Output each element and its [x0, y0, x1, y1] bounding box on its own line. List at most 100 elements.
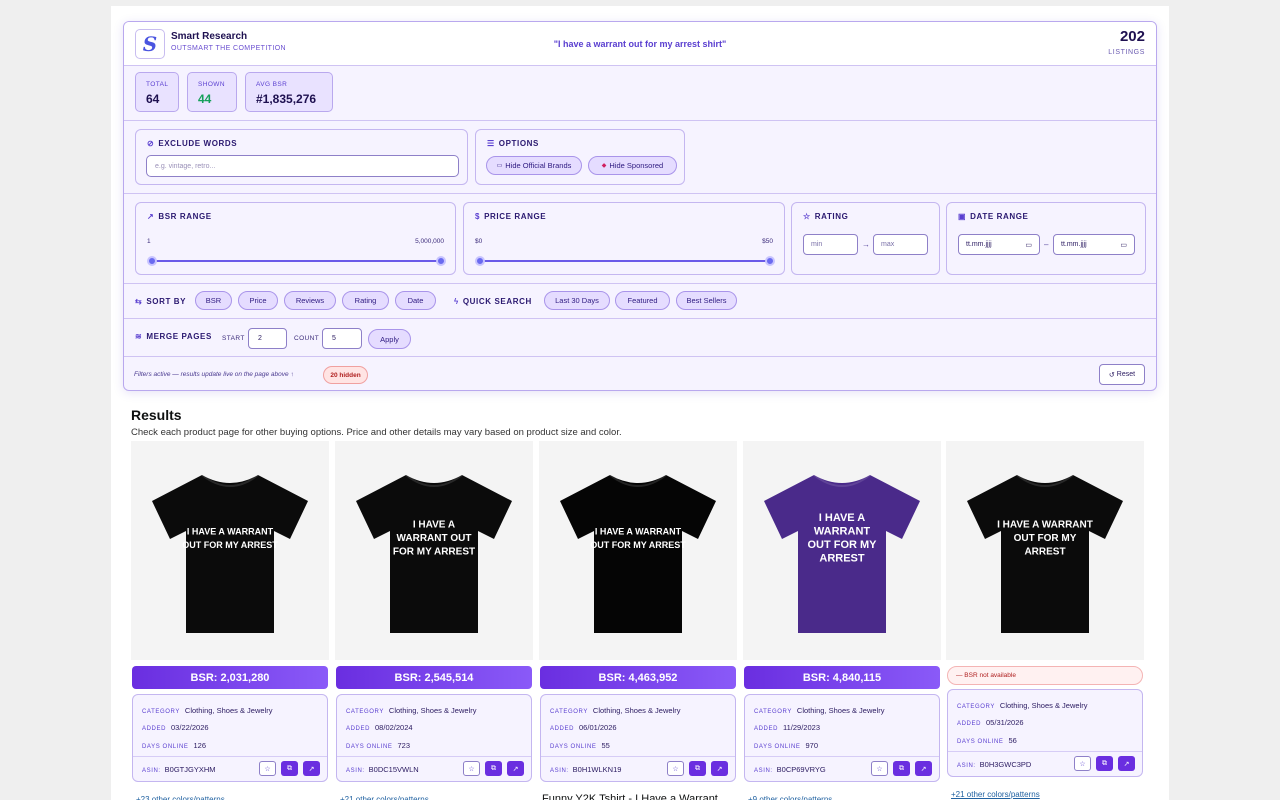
- other-colors-link[interactable]: +21 other colors/patterns: [340, 795, 429, 800]
- layers-icon: ≋: [135, 332, 143, 341]
- hide-sponsored-toggle[interactable]: ◆ Hide Sponsored: [588, 156, 677, 175]
- external-link-icon[interactable]: ↗: [711, 761, 728, 776]
- asin-value[interactable]: B0GTJGYXHM: [165, 765, 216, 774]
- hide-official-brands-toggle[interactable]: ▭ Hide Official Brands: [486, 156, 582, 175]
- stat-value: 44: [198, 92, 212, 106]
- favorite-star-icon[interactable]: ☆: [463, 761, 480, 776]
- product-card[interactable]: I HAVE A WARRANT OUT FOR MY ARREST BSR: 2,5…: [335, 441, 533, 800]
- info-key: ADDED: [346, 726, 371, 732]
- hide-sponsored-label: Hide Sponsored: [609, 161, 664, 170]
- price-slider-track[interactable]: [480, 260, 771, 262]
- added-value: 08/02/2024: [375, 723, 413, 732]
- info-key: ADDED: [550, 726, 575, 732]
- product-image[interactable]: I HAVE A WARRANT OUT FOR MY ARREST: [335, 441, 533, 660]
- asin-value[interactable]: B0H1WLKN19: [573, 765, 622, 774]
- results-subtitle: Check each product page for other buying…: [131, 427, 622, 438]
- sort-row: ⇆ SORT BY BSR Price Reviews Rating Date ϟ…: [124, 284, 1156, 319]
- calendar-icon: ▣: [958, 212, 967, 221]
- product-card[interactable]: I HAVE A WARRANT OUT FOR MY ARREST BSR: 4,…: [539, 441, 737, 800]
- product-card[interactable]: I HAVE A WARRANT OUT FOR MY ARREST BSR: 2,…: [131, 441, 329, 800]
- favorite-star-icon[interactable]: ☆: [259, 761, 276, 776]
- sort-rating-button[interactable]: Rating: [342, 291, 389, 310]
- product-image[interactable]: I HAVE A WARRANT OUT FOR MY ARREST: [539, 441, 737, 660]
- product-card[interactable]: I HAVE A WARRANT OUT FOR MY ARREST BSR: 4,84…: [743, 441, 941, 800]
- bsr-slider-track[interactable]: [152, 260, 442, 262]
- stat-total: TOTAL 64: [135, 72, 179, 112]
- info-key: DAYS ONLINE: [754, 744, 801, 750]
- copy-icon[interactable]: ⧉: [689, 761, 706, 776]
- info-key: DAYS ONLINE: [142, 744, 189, 750]
- shirt-print-line: FOR MY ARREST: [393, 546, 475, 557]
- exclude-words-input[interactable]: e.g. vintage, retro...: [146, 155, 459, 177]
- shirt-print-line: WARRANT OUT: [397, 533, 472, 544]
- date-to-input[interactable]: tt.mm.jjjj ▭: [1053, 234, 1135, 255]
- sort-reviews-button[interactable]: Reviews: [284, 291, 336, 310]
- product-image[interactable]: I HAVE A WARRANT OUT FOR MY ARREST: [946, 441, 1144, 660]
- price-slider-min-handle[interactable]: [475, 256, 485, 266]
- product-image[interactable]: I HAVE A WARRANT OUT FOR MY ARREST: [743, 441, 941, 660]
- external-link-icon[interactable]: ↗: [507, 761, 524, 776]
- rating-title: ☆ RATING: [803, 212, 848, 221]
- tshirt-shape: [152, 474, 308, 633]
- info-days-online: DAYS ONLINE 56: [957, 736, 1017, 745]
- panel-footer: Filters active — results update live on …: [124, 357, 1156, 390]
- external-link-icon[interactable]: ↗: [915, 761, 932, 776]
- copy-icon[interactable]: ⧉: [1096, 756, 1113, 771]
- bsr-slider-min-handle[interactable]: [147, 256, 157, 266]
- days-online-value: 55: [601, 741, 610, 750]
- shirt-print-line: I HAVE A WARRANT: [187, 526, 274, 536]
- asin-value[interactable]: B0CP69VRYG: [777, 765, 826, 774]
- copy-icon[interactable]: ⧉: [485, 761, 502, 776]
- tshirt-image: I HAVE A WARRANT OUT FOR MY ARREST: [967, 473, 1123, 633]
- favorite-star-icon[interactable]: ☆: [667, 761, 684, 776]
- copy-icon[interactable]: ⧉: [281, 761, 298, 776]
- merge-start-input[interactable]: 2: [248, 328, 287, 349]
- hide-official-label: Hide Official Brands: [505, 161, 572, 170]
- sort-date-button[interactable]: Date: [395, 291, 436, 310]
- other-colors-link[interactable]: +23 other colors/patterns: [136, 795, 225, 800]
- info-category: CATEGORY Clothing, Shoes & Jewelry: [142, 706, 272, 715]
- quick-best-sellers-button[interactable]: Best Sellers: [676, 291, 737, 310]
- reset-button[interactable]: ↺ Reset: [1099, 364, 1145, 385]
- asin-value[interactable]: B0DC15VWLN: [369, 765, 419, 774]
- external-link-icon[interactable]: ↗: [1118, 756, 1135, 771]
- smart-research-panel: S Smart Research OUTSMART THE COMPETITIO…: [123, 21, 1157, 391]
- external-link-icon[interactable]: ↗: [303, 761, 320, 776]
- calendar-icon[interactable]: ▭: [1025, 241, 1032, 249]
- calendar-icon[interactable]: ▭: [1120, 241, 1127, 249]
- rating-box: ☆ RATING min → max: [791, 202, 940, 275]
- product-image[interactable]: I HAVE A WARRANT OUT FOR MY ARREST: [131, 441, 329, 660]
- quick-last-30-days-button[interactable]: Last 30 Days: [544, 291, 610, 310]
- asin-value[interactable]: B0H3GWC3PD: [980, 760, 1032, 769]
- info-key: DAYS ONLINE: [550, 744, 597, 750]
- price-slider-max-handle[interactable]: [765, 256, 775, 266]
- rating-max-input[interactable]: max: [873, 234, 928, 255]
- info-category: CATEGORY Clothing, Shoes & Jewelry: [346, 706, 476, 715]
- merge-count-input[interactable]: 5: [322, 328, 362, 349]
- favorite-star-icon[interactable]: ☆: [1074, 756, 1091, 771]
- sort-price-button[interactable]: Price: [238, 291, 278, 310]
- rating-min-input[interactable]: min: [803, 234, 858, 255]
- bsr-slider-max-handle[interactable]: [436, 256, 446, 266]
- shirt-print-line: I HAVE A: [413, 519, 455, 530]
- quick-featured-button[interactable]: Featured: [615, 291, 670, 310]
- other-colors-link[interactable]: +9 other colors/patterns: [748, 795, 832, 800]
- other-colors-link[interactable]: +21 other colors/patterns: [951, 790, 1040, 799]
- info-key: CATEGORY: [754, 709, 792, 715]
- asin-row: ASIN: B0H1WLKN19: [550, 765, 621, 774]
- copy-icon[interactable]: ⧉: [893, 761, 910, 776]
- merge-pages-label: ≋ MERGE PAGES: [135, 332, 212, 341]
- date-from-input[interactable]: tt.mm.jjjj ▭: [958, 234, 1040, 255]
- info-divider: [541, 756, 735, 757]
- info-days-online: DAYS ONLINE 970: [754, 741, 818, 750]
- favorite-star-icon[interactable]: ☆: [871, 761, 888, 776]
- info-divider: [133, 756, 327, 757]
- date-separator: –: [1044, 240, 1049, 249]
- product-card[interactable]: I HAVE A WARRANT OUT FOR MY ARREST — BSR no…: [946, 441, 1144, 800]
- page: S Smart Research OUTSMART THE COMPETITIO…: [111, 6, 1169, 800]
- product-title[interactable]: Funny Y2K Tshirt - I Have a Warrant: [542, 793, 718, 800]
- bsr-range-box: ↗ BSR RANGE 1 5,000,000: [135, 202, 456, 275]
- merge-apply-button[interactable]: Apply: [368, 329, 411, 349]
- sort-bsr-button[interactable]: BSR: [195, 291, 232, 310]
- info-key: ASIN:: [550, 768, 569, 774]
